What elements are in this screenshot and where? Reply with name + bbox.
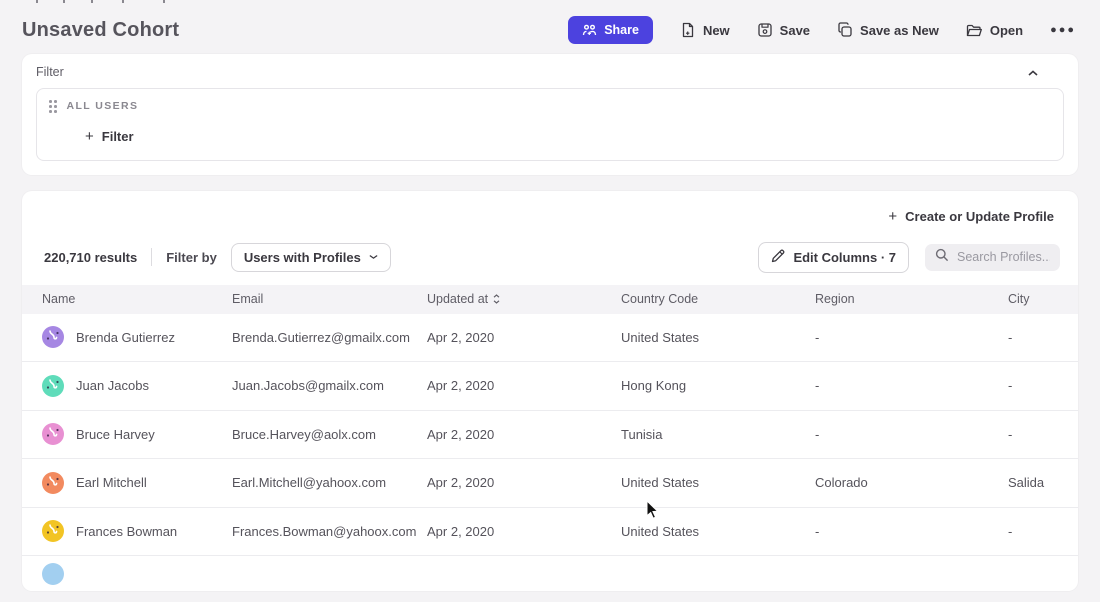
copy-icon bbox=[837, 22, 853, 38]
profile-name: Juan Jacobs bbox=[76, 378, 149, 393]
profile-email: Juan.Jacobs@gmailx.com bbox=[232, 378, 427, 393]
table-header: Name Email Updated at Country Code Regio… bbox=[22, 285, 1078, 314]
search-icon bbox=[935, 248, 949, 267]
profile-city: - bbox=[1008, 378, 1078, 393]
chevron-down-icon bbox=[369, 253, 378, 261]
profile-country-code: Tunisia bbox=[621, 427, 815, 442]
profile-country-code: United States bbox=[621, 330, 815, 345]
edit-columns-button[interactable]: Edit Columns · 7 bbox=[758, 242, 909, 273]
open-button[interactable]: Open bbox=[966, 23, 1023, 38]
profiles-filter-dropdown-value: Users with Profiles bbox=[244, 250, 361, 265]
table-row[interactable]: Juan Jacobs Juan.Jacobs@gmailx.com Apr 2… bbox=[22, 362, 1078, 411]
profile-email: Frances.Bowman@yahoox.com bbox=[232, 524, 427, 539]
table-row[interactable]: Frances Bowman Frances.Bowman@yahoox.com… bbox=[22, 508, 1078, 557]
profile-region: - bbox=[815, 427, 1008, 442]
table-row-partial[interactable] bbox=[22, 563, 1078, 579]
filter-panel: Filter ALL USERS + Filter bbox=[22, 54, 1078, 175]
share-button[interactable]: Share bbox=[568, 16, 653, 44]
all-users-label: ALL USERS bbox=[67, 100, 139, 112]
plus-icon: + bbox=[85, 129, 94, 144]
column-header-name[interactable]: Name bbox=[42, 292, 232, 306]
profile-city: - bbox=[1008, 330, 1078, 345]
divider bbox=[151, 248, 152, 266]
new-document-icon bbox=[680, 22, 696, 38]
profiles-filter-dropdown[interactable]: Users with Profiles bbox=[231, 243, 391, 272]
table-row[interactable]: Earl Mitchell Earl.Mitchell@yahoox.com A… bbox=[22, 459, 1078, 508]
avatar bbox=[42, 563, 64, 585]
profile-updated-at: Apr 2, 2020 bbox=[427, 378, 621, 393]
save-button[interactable]: Save bbox=[757, 22, 810, 38]
new-button-label: New bbox=[703, 23, 730, 38]
column-header-city[interactable]: City bbox=[1008, 292, 1078, 306]
profile-name: Frances Bowman bbox=[76, 524, 177, 539]
avatar bbox=[42, 375, 64, 397]
profile-updated-at: Apr 2, 2020 bbox=[427, 330, 621, 345]
profile-updated-at: Apr 2, 2020 bbox=[427, 475, 621, 490]
avatar bbox=[42, 520, 64, 542]
avatar bbox=[42, 472, 64, 494]
profile-updated-at: Apr 2, 2020 bbox=[427, 427, 621, 442]
open-button-label: Open bbox=[990, 23, 1023, 38]
column-header-email[interactable]: Email bbox=[232, 292, 427, 306]
profile-city: - bbox=[1008, 427, 1078, 442]
create-or-update-profile-label: Create or Update Profile bbox=[905, 209, 1054, 224]
filter-group: ALL USERS + Filter bbox=[36, 88, 1064, 161]
profile-name: Brenda Gutierrez bbox=[76, 330, 175, 345]
share-button-label: Share bbox=[604, 23, 639, 37]
clipped-breadcrumb bbox=[0, 0, 1100, 4]
profile-email: Bruce.Harvey@aolx.com bbox=[232, 427, 427, 442]
column-header-country-code[interactable]: Country Code bbox=[621, 292, 815, 306]
column-header-region[interactable]: Region bbox=[815, 292, 1008, 306]
profile-name: Earl Mitchell bbox=[76, 475, 147, 490]
edit-columns-label: Edit Columns · 7 bbox=[793, 250, 896, 265]
collapse-chevron-icon[interactable] bbox=[1028, 63, 1038, 81]
pencil-icon bbox=[771, 249, 785, 266]
avatar bbox=[42, 423, 64, 445]
profile-region: - bbox=[815, 378, 1008, 393]
save-icon bbox=[757, 22, 773, 38]
profiles-panel: + Create or Update Profile 220,710 resul… bbox=[22, 191, 1078, 591]
save-button-label: Save bbox=[780, 23, 810, 38]
save-as-new-button-label: Save as New bbox=[860, 23, 939, 38]
sort-icon[interactable] bbox=[493, 294, 500, 304]
profile-city: Salida bbox=[1008, 475, 1078, 490]
profile-updated-at: Apr 2, 2020 bbox=[427, 524, 621, 539]
add-filter-label: Filter bbox=[102, 129, 134, 144]
profile-region: Colorado bbox=[815, 475, 1008, 490]
share-people-icon bbox=[582, 24, 597, 37]
add-filter-button[interactable]: + Filter bbox=[85, 129, 134, 144]
drag-handle-icon[interactable] bbox=[49, 100, 57, 113]
profile-email: Brenda.Gutierrez@gmailx.com bbox=[232, 330, 427, 345]
results-toolbar: 220,710 results Filter by Users with Pro… bbox=[22, 238, 1078, 285]
save-as-new-button[interactable]: Save as New bbox=[837, 22, 939, 38]
column-header-updated-at[interactable]: Updated at bbox=[427, 292, 621, 306]
plus-icon: + bbox=[888, 209, 897, 224]
more-options-button[interactable]: ●●● bbox=[1050, 24, 1076, 36]
results-count: 220,710 results bbox=[40, 250, 137, 265]
profile-name: Bruce Harvey bbox=[76, 427, 155, 442]
new-button[interactable]: New bbox=[680, 22, 730, 38]
table-row[interactable]: Brenda Gutierrez Brenda.Gutierrez@gmailx… bbox=[22, 314, 1078, 363]
profile-city: - bbox=[1008, 524, 1078, 539]
page-header: Unsaved Cohort Share New bbox=[0, 0, 1100, 54]
search-profiles-input[interactable] bbox=[957, 250, 1050, 264]
profile-country-code: United States bbox=[621, 524, 815, 539]
table-row[interactable]: Bruce Harvey Bruce.Harvey@aolx.com Apr 2… bbox=[22, 411, 1078, 460]
profile-country-code: Hong Kong bbox=[621, 378, 815, 393]
profile-email: Earl.Mitchell@yahoox.com bbox=[232, 475, 427, 490]
create-or-update-profile-button[interactable]: + Create or Update Profile bbox=[888, 209, 1054, 224]
profile-region: - bbox=[815, 524, 1008, 539]
filter-by-label: Filter by bbox=[166, 250, 217, 265]
filter-panel-label: Filter bbox=[36, 65, 1064, 79]
search-profiles-box[interactable] bbox=[925, 244, 1060, 271]
profile-country-code: United States bbox=[621, 475, 815, 490]
avatar bbox=[42, 326, 64, 348]
table-body: Brenda Gutierrez Brenda.Gutierrez@gmailx… bbox=[22, 314, 1078, 557]
page-title: Unsaved Cohort bbox=[22, 19, 179, 42]
header-actions: Share New Save bbox=[568, 16, 1076, 44]
folder-open-icon bbox=[966, 23, 983, 38]
profile-region: - bbox=[815, 330, 1008, 345]
